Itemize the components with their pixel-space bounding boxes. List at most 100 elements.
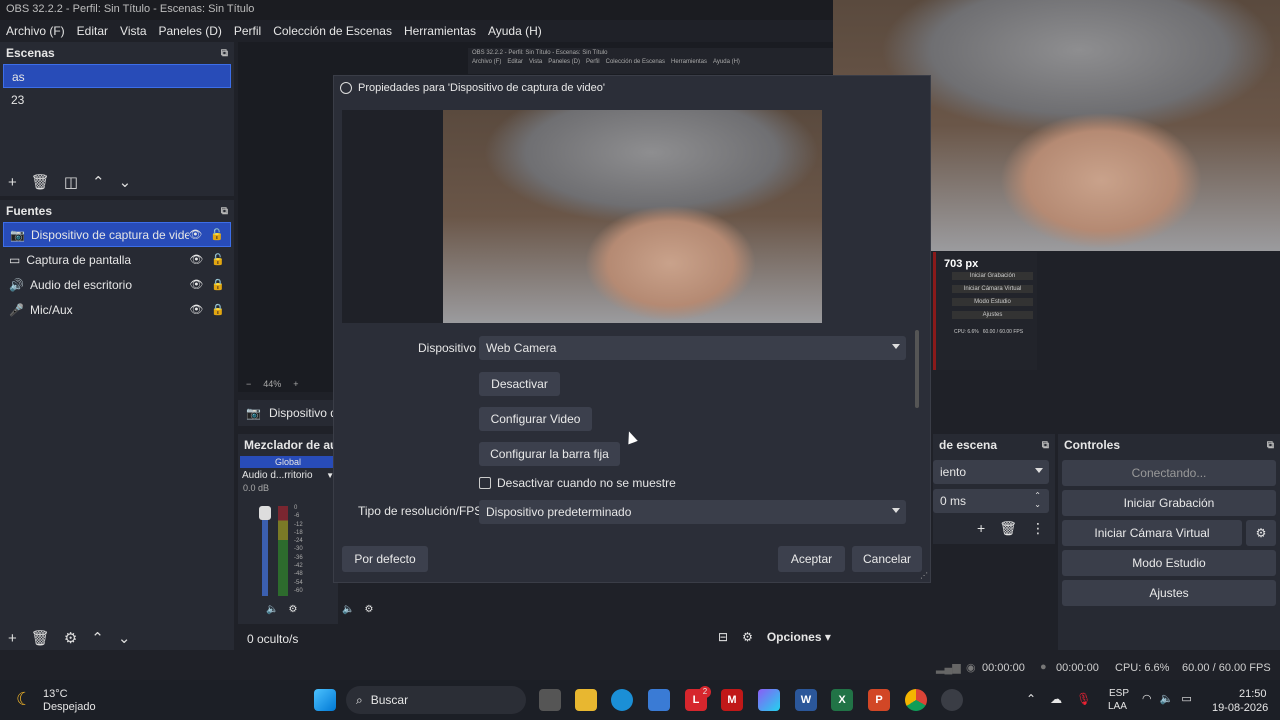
speaker-icon[interactable]: 🔈 xyxy=(266,604,278,615)
eye-icon[interactable]: 👁 xyxy=(189,253,203,266)
lock-icon[interactable]: 🔓 xyxy=(210,228,224,241)
mixer-db: 0.0 dB xyxy=(243,483,270,493)
scene-item[interactable]: 23 xyxy=(3,88,231,112)
move-down-icon[interactable]: ⌄ xyxy=(118,629,131,647)
mic-icon: 🎤 xyxy=(9,302,24,317)
device-select[interactable]: Web Camera xyxy=(479,336,906,360)
clock-time[interactable]: 21:50 xyxy=(1239,688,1267,700)
file-explorer-icon[interactable] xyxy=(575,689,597,711)
mini-obs-preview: OBS 32.2.2 - Perfil: Sin Título - Escena… xyxy=(468,48,834,74)
obs-taskbar-icon[interactable] xyxy=(941,689,963,711)
tray-arrow-icon[interactable]: ⌃ xyxy=(1026,692,1036,706)
accept-button[interactable]: Aceptar xyxy=(778,546,845,572)
store-icon[interactable] xyxy=(648,689,670,711)
taskbar-search[interactable]: ⌕ Buscar xyxy=(346,686,526,714)
menu-perfil[interactable]: Perfil xyxy=(234,24,261,38)
windows-start-icon[interactable] xyxy=(314,689,336,711)
undock-icon[interactable]: ⧉ xyxy=(1267,440,1274,451)
source-item[interactable]: ▭ Captura de pantalla 👁 🔓 xyxy=(3,247,231,272)
layout-icon[interactable]: ⊟ xyxy=(718,630,728,644)
excel-icon[interactable]: X xyxy=(831,689,853,711)
mcafee-icon[interactable]: M xyxy=(721,689,743,711)
dialog-scrollbar[interactable] xyxy=(915,330,919,408)
task-view-icon[interactable] xyxy=(539,689,561,711)
settings-icon[interactable]: ⚙ xyxy=(288,604,297,615)
menu-editar[interactable]: Editar xyxy=(77,24,108,38)
scene-item[interactable]: as xyxy=(3,64,231,88)
speaker-icon[interactable]: 🔈 xyxy=(342,604,354,615)
add-transition-icon[interactable]: + xyxy=(977,520,985,537)
onedrive-icon[interactable]: ☁ xyxy=(1050,692,1062,706)
move-up-icon[interactable]: ⌃ xyxy=(91,629,104,647)
remove-transition-icon[interactable]: 🗑 xyxy=(999,520,1017,537)
dialog-title: Propiedades para 'Dispositivo de captura… xyxy=(358,82,605,94)
menu-ayuda[interactable]: Ayuda (H) xyxy=(488,24,542,38)
lock-icon[interactable]: 🔒 xyxy=(211,278,225,291)
defaults-button[interactable]: Por defecto xyxy=(342,546,428,572)
zoom-in-icon[interactable]: + xyxy=(293,379,298,389)
input-lang-1[interactable]: ESP xyxy=(1109,688,1129,699)
menu-vista[interactable]: Vista xyxy=(120,24,146,38)
menu-archivo[interactable]: Archivo (F) xyxy=(6,24,65,38)
start-recording-button[interactable]: Iniciar Grabación xyxy=(1062,490,1276,516)
gear-icon[interactable]: ⚙ xyxy=(64,629,77,647)
configure-video-button[interactable]: Configurar Video xyxy=(479,407,592,431)
lock-icon[interactable]: 🔒 xyxy=(211,303,225,316)
wifi-icon[interactable]: ◠ xyxy=(1142,692,1152,705)
stream-button[interactable]: Conectando... xyxy=(1062,460,1276,486)
word-icon[interactable]: W xyxy=(795,689,817,711)
eye-icon[interactable]: 👁 xyxy=(188,228,202,241)
settings-icon[interactable]: ⚙ xyxy=(364,604,373,615)
chrome-icon[interactable] xyxy=(905,689,927,711)
studio-mode-button[interactable]: Modo Estudio xyxy=(1062,550,1276,576)
menu-coleccion[interactable]: Colección de Escenas xyxy=(273,24,392,38)
source-item[interactable]: 🎤 Mic/Aux 👁 🔒 xyxy=(3,297,231,322)
volume-icon[interactable]: 🔈 xyxy=(1160,692,1174,705)
zoom-out-icon[interactable]: − xyxy=(246,379,251,389)
eye-icon[interactable]: 👁 xyxy=(189,303,203,316)
more-icon[interactable]: ⋮ xyxy=(1031,520,1045,537)
configure-bar-button[interactable]: Configurar la barra fija xyxy=(479,442,620,466)
undock-icon[interactable]: ⧉ xyxy=(1042,440,1049,451)
weather-desc[interactable]: Despejado xyxy=(43,701,96,713)
link-gear-icon[interactable]: ⚙ xyxy=(742,630,753,644)
add-scene-icon[interactable]: + xyxy=(8,174,17,191)
volume-handle[interactable] xyxy=(259,506,271,520)
volume-slider[interactable] xyxy=(259,506,271,596)
hide-checkbox[interactable] xyxy=(479,477,491,489)
cancel-button[interactable]: Cancelar xyxy=(852,546,922,572)
input-lang-2[interactable]: LAA xyxy=(1108,701,1127,712)
move-up-icon[interactable]: ⌃ xyxy=(92,173,105,191)
menu-herramientas[interactable]: Herramientas xyxy=(404,24,476,38)
eye-icon[interactable]: 👁 xyxy=(189,278,203,291)
options-button[interactable]: Opciones ▾ xyxy=(767,630,831,644)
zoom-level: 44% xyxy=(263,379,282,389)
start-virtual-camera-button[interactable]: Iniciar Cámara Virtual xyxy=(1062,520,1242,546)
resize-grip-icon[interactable]: ⋰ xyxy=(920,571,928,580)
scene-filter-icon[interactable]: ◫ xyxy=(64,173,78,191)
clock-date[interactable]: 19-08-2026 xyxy=(1212,702,1268,714)
duration-spinbox[interactable]: 0 ms ⌃ ⌄ xyxy=(933,489,1049,513)
resolution-select[interactable]: Dispositivo predeterminado xyxy=(479,500,906,524)
virtual-camera-settings-icon[interactable]: ⚙ xyxy=(1246,520,1276,546)
menu-paneles[interactable]: Paneles (D) xyxy=(159,24,222,38)
lock-icon[interactable]: 🔓 xyxy=(211,253,225,266)
source-item[interactable]: 📷 Dispositivo de captura de video 👁 🔓 xyxy=(3,222,231,247)
weather-temp[interactable]: 13°C xyxy=(43,688,68,700)
add-source-icon[interactable]: + xyxy=(8,630,17,647)
microphone-icon[interactable]: 🎙 xyxy=(1076,692,1091,706)
remove-source-icon[interactable]: 🗑 xyxy=(31,629,50,647)
mixer-global-tab[interactable]: Global xyxy=(240,456,336,468)
remove-scene-icon[interactable]: 🗑 xyxy=(31,173,50,191)
powerpoint-icon[interactable]: P xyxy=(868,689,890,711)
deactivate-button[interactable]: Desactivar xyxy=(479,372,560,396)
battery-icon[interactable]: ▭ xyxy=(1181,692,1191,705)
edge-icon[interactable] xyxy=(611,689,633,711)
source-item[interactable]: 🔊 Audio del escritorio 👁 🔒 xyxy=(3,272,231,297)
move-down-icon[interactable]: ⌄ xyxy=(119,173,132,191)
undock-icon[interactable]: ⧉ xyxy=(221,206,228,217)
transition-select[interactable]: iento xyxy=(933,460,1049,484)
undock-icon[interactable]: ⧉ xyxy=(221,48,228,59)
copilot-icon[interactable] xyxy=(758,689,780,711)
settings-button[interactable]: Ajustes xyxy=(1062,580,1276,606)
